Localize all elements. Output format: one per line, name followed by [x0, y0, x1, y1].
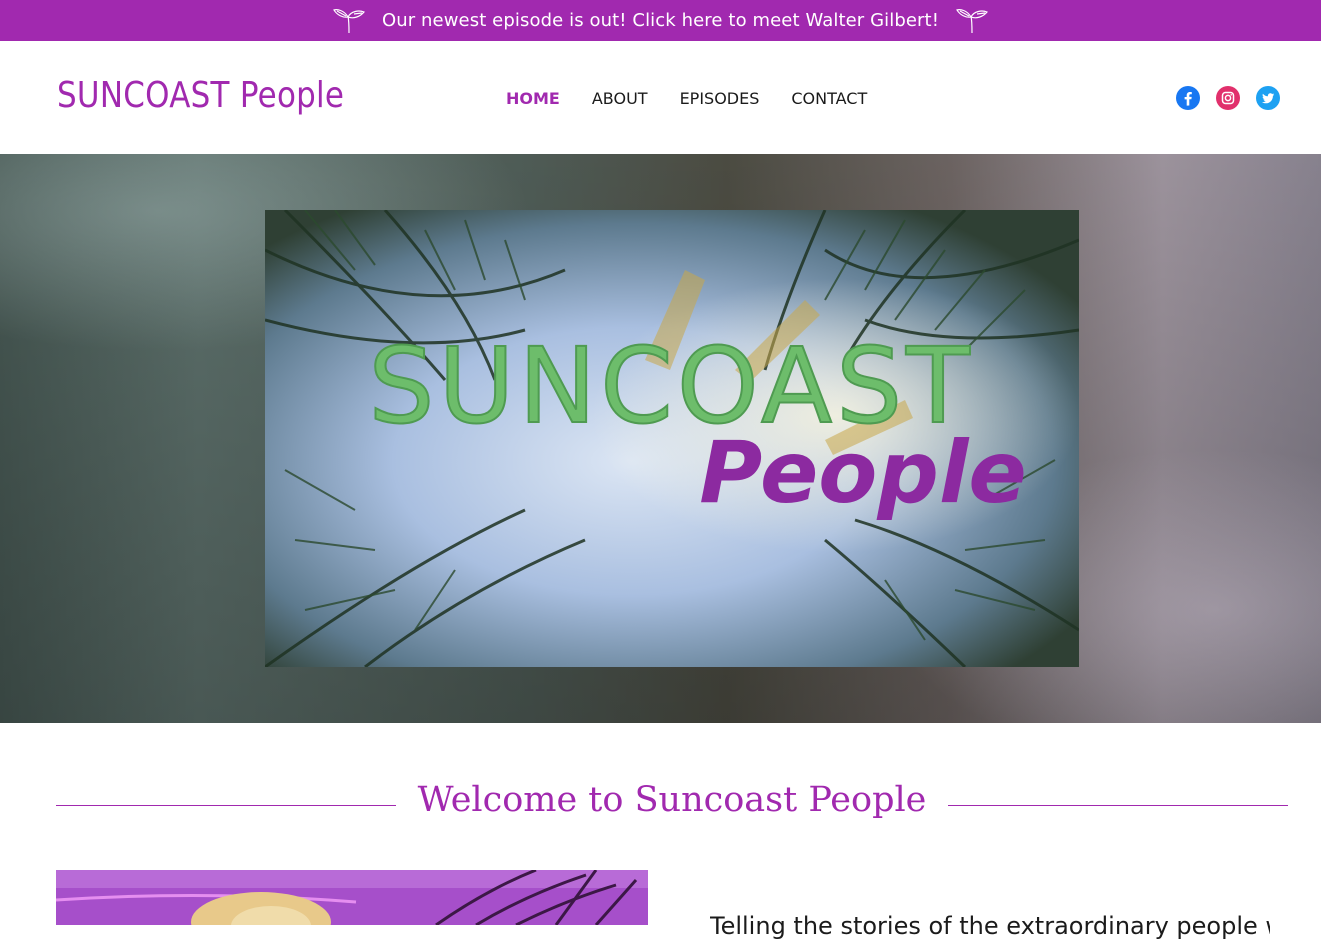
facebook-icon[interactable]	[1176, 86, 1200, 110]
site-header: SUNCOAST People HOME ABOUT EPISODES CONT…	[0, 41, 1321, 154]
nav-about[interactable]: ABOUT	[592, 89, 648, 108]
nav-episodes[interactable]: EPISODES	[680, 89, 760, 108]
host-photo	[56, 870, 648, 925]
hero-section: SUNCOAST People	[0, 154, 1321, 723]
announcement-banner[interactable]: Our newest episode is out! Click here to…	[0, 0, 1321, 41]
twitter-icon[interactable]	[1256, 86, 1280, 110]
instagram-icon[interactable]	[1216, 86, 1240, 110]
welcome-section: Welcome to Suncoast People	[56, 780, 1288, 832]
site-logo[interactable]: SUNCOAST People	[57, 75, 344, 116]
main-nav: HOME ABOUT EPISODES CONTACT	[506, 89, 867, 108]
welcome-title: Welcome to Suncoast People	[56, 780, 1288, 820]
banner-text[interactable]: Our newest episode is out! Click here to…	[382, 10, 939, 31]
hero-image: SUNCOAST People	[265, 210, 1079, 667]
sprout-icon	[333, 8, 365, 33]
intro-text: Telling the stories of the extraordinary…	[710, 912, 1270, 940]
hero-logo-people: People	[699, 423, 1027, 523]
sprout-icon	[956, 8, 989, 33]
nav-contact[interactable]: CONTACT	[791, 89, 867, 108]
nav-home[interactable]: HOME	[506, 89, 560, 108]
social-links	[1176, 86, 1280, 110]
